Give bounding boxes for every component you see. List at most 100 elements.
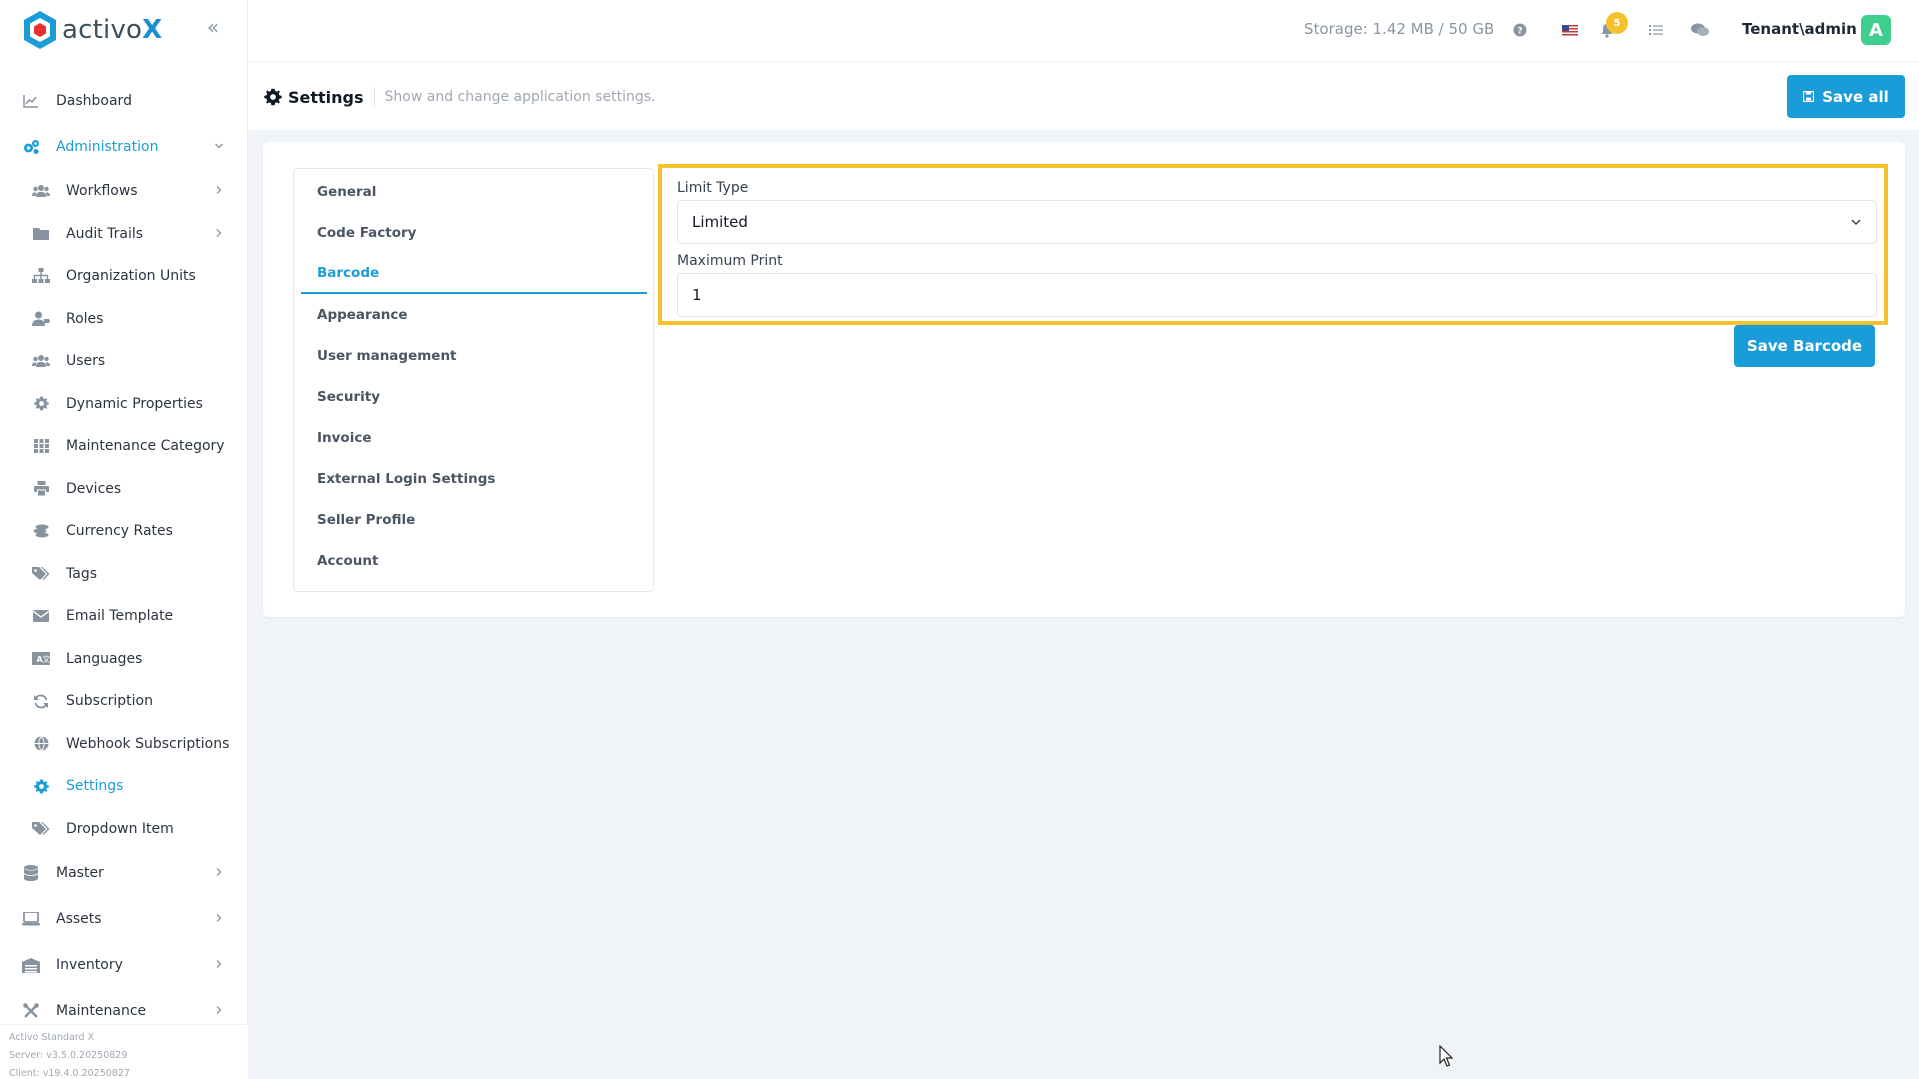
task-list-icon[interactable] [1646,20,1666,40]
sidebar-item-organization-units[interactable]: Organization Units [0,255,248,298]
warehouse-icon [22,957,40,973]
tab-barcode[interactable]: Barcode [301,253,647,294]
folder-icon [32,226,50,242]
sidebar-item-subscription[interactable]: Subscription [0,680,248,723]
gear-icon [32,396,50,412]
sidebar-item-workflows[interactable]: Workflows [0,170,248,213]
sidebar-item-master[interactable]: Master [0,850,248,896]
sidebar-item-languages[interactable]: A 文 Languages [0,638,248,681]
limit-type-select[interactable]: Limited [677,200,1877,244]
sidebar: activoX « Dashboard Administration Workflo… [0,0,248,1079]
chevron-down-icon [1851,219,1861,226]
sidebar-item-label: Assets [56,911,102,927]
sidebar-item-assets[interactable]: Assets [0,896,248,942]
refresh-icon [32,693,50,709]
sidebar-item-label: Devices [66,480,122,497]
sidebar-item-label: Dashboard [56,93,132,109]
floppy-disk-icon [1803,91,1815,102]
language-icon: A文 [32,651,50,667]
sidebar-item-dashboard[interactable]: Dashboard [0,78,248,124]
sidebar-item-administration[interactable]: Administration [0,124,248,170]
help-icon[interactable]: ? [1510,20,1530,40]
tab-account[interactable]: Account [301,540,647,581]
settings-tab-list: General Code Factory Barcode Appearance User… [293,168,654,592]
sidebar-item-maintenance-category[interactable]: Maintenance Category [0,425,248,468]
sidebar-item-tags[interactable]: Tags [0,553,248,596]
tab-invoice[interactable]: Invoice [301,417,647,458]
cogs-icon [22,139,40,155]
sidebar-item-audit-trails[interactable]: Audit Trails [0,213,248,256]
chevron-right-icon [214,958,224,972]
chevron-right-icon [214,184,224,198]
users-icon [32,353,50,369]
sidebar-item-users[interactable]: Users [0,340,248,383]
tab-code-factory[interactable]: Code Factory [301,212,647,253]
page-description: Show and change application settings. [384,89,656,105]
sidebar-item-roles[interactable]: Roles [0,298,248,341]
svg-text:?: ? [1517,27,1522,37]
save-all-button[interactable]: Save all [1787,75,1905,118]
sidebar-item-label: Maintenance Category [66,438,225,455]
chevron-right-icon [214,1004,224,1018]
page-title-group: Settings Show and change application set… [264,87,655,107]
limit-type-label: Limit Type [677,180,749,196]
brand-name: activoX [62,15,163,45]
hexagon-logo-icon [24,11,56,49]
sidebar-item-webhook-subscriptions[interactable]: Webhook Subscriptions [0,723,248,766]
globe-icon [32,736,50,752]
avatar[interactable]: A [1861,15,1891,45]
sitemap-icon [32,268,50,284]
chat-icon[interactable] [1690,20,1710,40]
product-edition: Activo Standard X [9,1032,95,1043]
coins-icon [32,523,50,539]
maximum-print-value: 1 [692,286,702,304]
sidebar-item-label: Workflows [66,183,138,200]
svg-text:文: 文 [43,654,51,664]
brand-logo[interactable]: activoX [22,10,162,50]
topbar: Storage: 1.42 MB / 50 GB ? 5 Tenant\admi… [248,0,1919,62]
chart-icon [22,93,40,109]
tab-user-management[interactable]: User management [301,335,647,376]
sidebar-item-label: Maintenance [56,1003,147,1019]
tags-icon [32,566,50,582]
envelope-icon [32,608,50,624]
barcode-settings-form: Limit Type Limited Maximum Print 1 [658,164,1888,325]
sidebar-item-devices[interactable]: Devices [0,468,248,511]
page-subheader: Settings Show and change application set… [248,62,1919,130]
sidebar-item-label: Master [56,865,104,881]
title-divider [373,87,375,107]
sidebar-item-label: Users [66,353,106,370]
tags-icon [32,821,50,837]
sidebar-item-settings[interactable]: Settings [0,765,248,808]
save-barcode-button[interactable]: Save Barcode [1734,325,1875,367]
sidebar-item-label: Dynamic Properties [66,395,203,412]
sidebar-item-label: Webhook Subscriptions [66,735,230,752]
tab-appearance[interactable]: Appearance [301,294,647,335]
tab-seller-profile[interactable]: Seller Profile [301,499,647,540]
sidebar-item-dynamic-properties[interactable]: Dynamic Properties [0,383,248,426]
printer-icon [32,481,50,497]
sidebar-item-email-template[interactable]: Email Template [0,595,248,638]
tab-security[interactable]: Security [301,376,647,417]
version-info: Activo Standard X Server: v3.5.0.2025082… [0,1024,248,1079]
user-name[interactable]: Tenant\admin [1742,20,1857,38]
maximum-print-input[interactable]: 1 [677,273,1877,317]
save-all-label: Save all [1822,87,1889,106]
tab-external-login-settings[interactable]: External Login Settings [301,458,647,499]
client-version: Client: v19.4.0.20250827 [9,1068,130,1079]
us-flag-icon[interactable] [1560,20,1580,40]
collapse-sidebar-icon[interactable]: « [202,16,224,38]
gear-icon [264,88,282,106]
sidebar-item-currency-rates[interactable]: Currency Rates [0,510,248,553]
sidebar-item-dropdown-item[interactable]: Dropdown Item [0,808,248,851]
maximum-print-label: Maximum Print [677,253,783,269]
grid-icon [32,438,50,454]
chevron-right-icon [214,912,224,926]
gear-icon [32,778,50,794]
server-version: Server: v3.5.0.20250829 [9,1050,128,1061]
tab-general[interactable]: General [301,171,647,212]
sidebar-item-label: Organization Units [66,268,196,285]
sidebar-item-inventory[interactable]: Inventory [0,942,248,988]
sidebar-item-label: Languages [66,650,143,667]
limit-type-value: Limited [692,213,748,231]
